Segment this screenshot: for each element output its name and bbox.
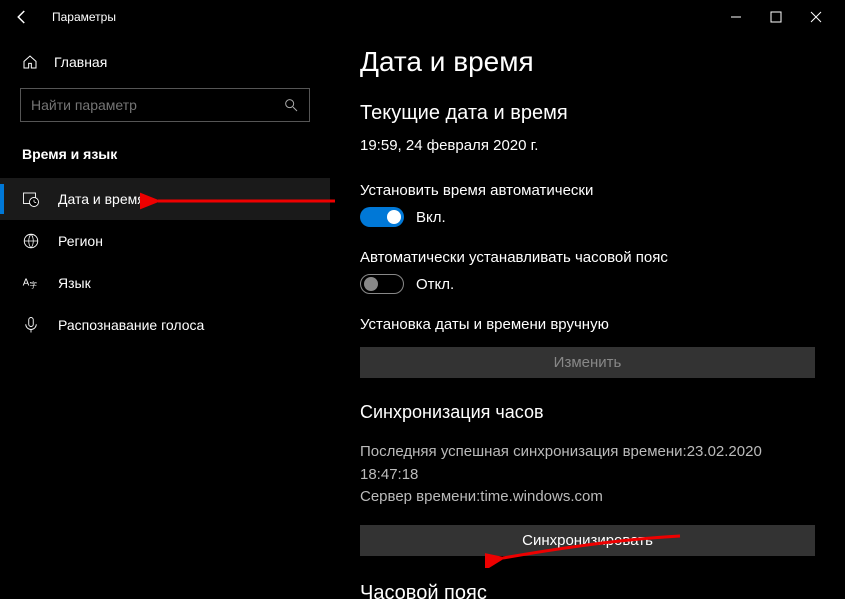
home-link[interactable]: Главная	[0, 46, 330, 80]
search-icon	[283, 97, 299, 113]
current-datetime-section: Текущие дата и время	[360, 102, 815, 125]
sidebar: Главная Время и язык Дата и время Ре	[0, 34, 330, 599]
auto-tz-toggle[interactable]	[360, 274, 404, 294]
sync-info: Последняя успешная синхронизация времени…	[360, 441, 815, 509]
close-button[interactable]	[807, 8, 825, 26]
auto-time-toggle[interactable]	[360, 207, 404, 227]
auto-tz-state: Откл.	[416, 276, 454, 293]
nav-item-language[interactable]: A字 Язык	[0, 262, 330, 304]
nav-item-label: Регион	[58, 233, 103, 249]
auto-tz-label: Автоматически устанавливать часовой пояс	[360, 249, 815, 266]
sync-button[interactable]: Синхронизировать	[360, 525, 815, 556]
home-label: Главная	[54, 54, 107, 70]
manual-set-label: Установка даты и времени вручную	[360, 316, 815, 333]
content: Дата и время Текущие дата и время 19:59,…	[330, 34, 845, 599]
current-datetime-value: 19:59, 24 февраля 2020 г.	[360, 137, 815, 154]
sync-last: Последняя успешная синхронизация времени…	[360, 441, 815, 486]
search-box[interactable]	[20, 88, 310, 122]
sync-section: Синхронизация часов	[360, 402, 815, 423]
microphone-icon	[22, 316, 40, 334]
window-title: Параметры	[52, 10, 116, 24]
home-icon	[22, 54, 38, 70]
maximize-button[interactable]	[767, 8, 785, 26]
svg-text:A: A	[23, 277, 30, 288]
clock-calendar-icon	[22, 190, 40, 208]
sync-server: Сервер времени:time.windows.com	[360, 486, 815, 509]
auto-time-state: Вкл.	[416, 209, 446, 226]
tz-section: Часовой пояс	[360, 582, 815, 599]
search-input[interactable]	[31, 97, 283, 113]
nav-item-label: Язык	[58, 275, 91, 291]
auto-time-label: Установить время автоматически	[360, 182, 815, 199]
change-button[interactable]: Изменить	[360, 347, 815, 378]
group-label: Время и язык	[0, 136, 330, 178]
page-title: Дата и время	[360, 46, 815, 78]
nav-item-datetime[interactable]: Дата и время	[0, 178, 330, 220]
nav-item-speech[interactable]: Распознавание голоса	[0, 304, 330, 346]
minimize-button[interactable]	[727, 8, 745, 26]
nav-item-label: Дата и время	[58, 191, 145, 207]
globe-icon	[22, 232, 40, 250]
language-icon: A字	[22, 274, 40, 292]
back-button[interactable]	[10, 5, 34, 29]
nav-item-region[interactable]: Регион	[0, 220, 330, 262]
svg-text:字: 字	[30, 280, 38, 290]
nav-item-label: Распознавание голоса	[58, 317, 204, 333]
titlebar: Параметры	[0, 0, 845, 34]
